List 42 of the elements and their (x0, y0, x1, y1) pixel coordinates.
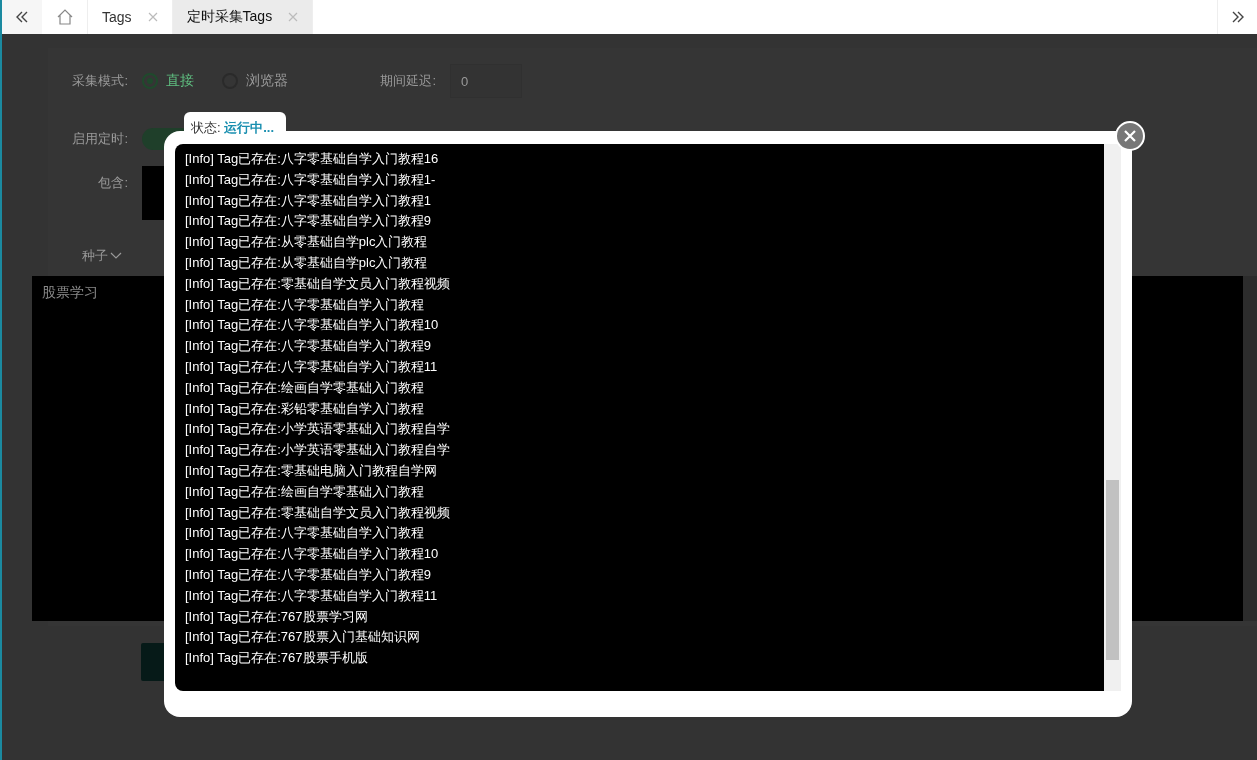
log-line: [Info] Tag已存在:零基础自学文员入门教程视频 (185, 503, 451, 522)
log-line: [Info] Tag已存在:绘画自学零基础入门教程 (185, 378, 425, 397)
chevron-down-icon[interactable] (110, 252, 122, 260)
log-line: [Info] Tag已存在:八字零基础自学入门教程 (185, 524, 425, 543)
home-icon (55, 8, 74, 26)
log-line: [Info] Tag已存在:八字零基础自学入门教程9 (185, 337, 433, 356)
seed-label: 种子 (82, 247, 108, 265)
log-line: [Info] Tag已存在:八字零基础自学入门教程11 (185, 357, 439, 376)
log-line: [Info] Tag已存在:八字零基础自学入门教程10 (185, 545, 440, 564)
log-line: [Info] Tag已存在:小学英语零基础入门教程自学 (185, 441, 451, 460)
log-line: [Info] Tag已存在:八字零基础自学入门教程 (185, 295, 425, 314)
log-line: [Info] Tag已存在:767股票手机版 (185, 649, 369, 668)
close-icon (1123, 129, 1137, 143)
log-line: [Info] Tag已存在:零基础自学文员入门教程视频 (185, 274, 451, 293)
log-line: [Info] Tag已存在:八字零基础自学入门教程16 (185, 150, 440, 168)
scroll-left-button[interactable] (2, 0, 42, 34)
log-line: [Info] Tag已存在:八字零基础自学入门教程1 (185, 191, 433, 210)
schedule-label: 启用定时: (71, 130, 128, 148)
delay-field[interactable]: 0 (450, 64, 522, 98)
log-line: [Info] Tag已存在:八字零基础自学入门教程9 (185, 212, 433, 231)
log-line: [Info] Tag已存在:八字零基础自学入门教程1- (185, 170, 437, 189)
log-line: [Info] Tag已存在:八字零基础自学入门教程11 (185, 586, 439, 605)
log-line: [Info] Tag已存在:小学英语零基础入门教程自学 (185, 420, 451, 439)
double-left-arrow-icon (14, 9, 30, 25)
close-icon[interactable] (288, 12, 299, 22)
mode-radio[interactable]: 直接 (142, 72, 194, 90)
log-line: [Info] Tag已存在:零基础电脑入门教程自学网 (185, 461, 438, 480)
include-label: 包含: (97, 174, 128, 192)
mode-radio[interactable]: 浏览器 (222, 72, 288, 90)
log-line: [Info] Tag已存在:从零基础自学plc入门教程 (185, 233, 429, 252)
close-icon[interactable] (147, 12, 158, 22)
delay-label: 期间延迟: (379, 72, 436, 90)
log-line: [Info] Tag已存在:767股票入门基础知识网 (185, 628, 421, 647)
log-line: [Info] Tag已存在:绘画自学零基础入门教程 (185, 482, 425, 501)
log-line: [Info] Tag已存在:彩铅零基础自学入门教程 (185, 399, 425, 418)
log-line: [Info] Tag已存在:767股票学习网 (185, 607, 369, 626)
mode-label: 采集模式: (71, 72, 128, 90)
log-line: [Info] Tag已存在:八字零基础自学入门教程9 (185, 565, 433, 584)
log-line: [Info] Tag已存在:从零基础自学plc入门教程 (185, 254, 429, 272)
scrollbar[interactable] (1104, 144, 1121, 691)
log-line: [Info] Tag已存在:八字零基础自学入门教程10 (185, 316, 440, 335)
page-tab[interactable]: 定时采集Tags (172, 0, 314, 34)
